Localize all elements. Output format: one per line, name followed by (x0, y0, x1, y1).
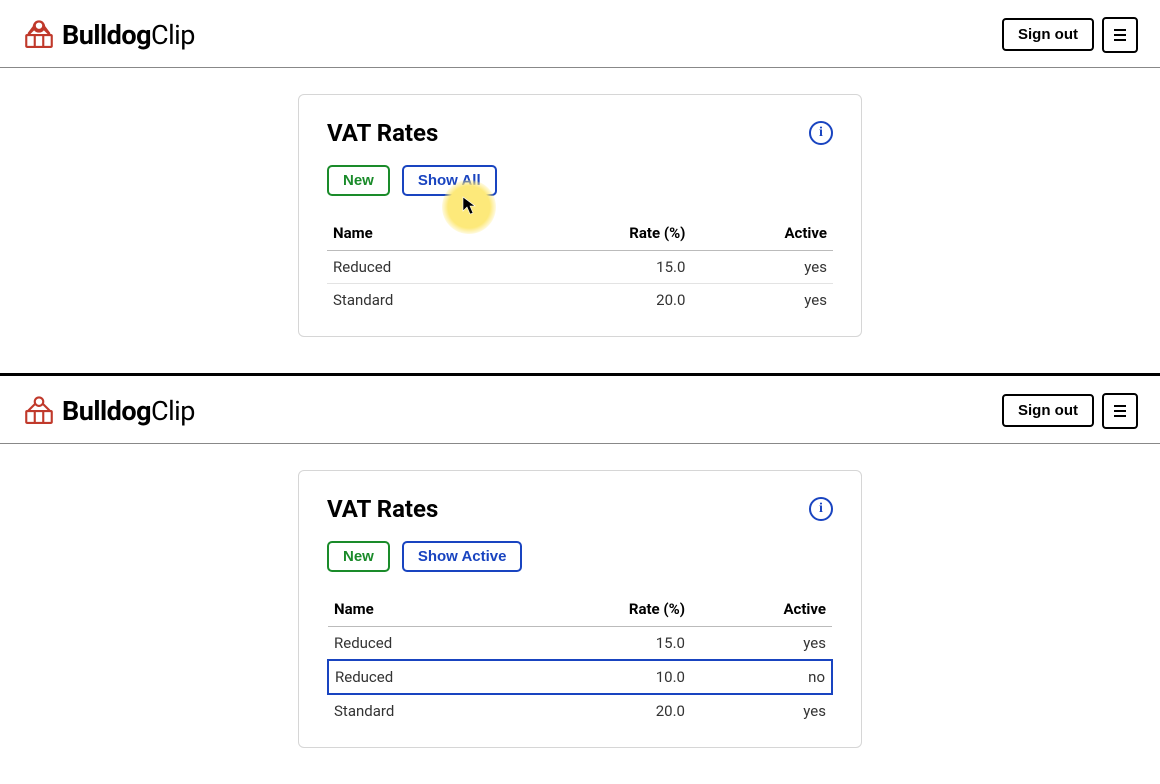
show-active-button[interactable]: Show Active (402, 541, 523, 572)
cell-active: yes (691, 251, 833, 284)
logo-group[interactable]: BulldogClip (22, 19, 195, 51)
signout-button[interactable]: Sign out (1002, 394, 1094, 427)
brand-name-light: Clip (151, 19, 195, 51)
show-all-button[interactable]: Show All (402, 165, 497, 196)
brand-name-strong: Bulldog (62, 19, 151, 51)
cell-name: Reduced (328, 627, 515, 661)
logo-group[interactable]: BulldogClip (22, 395, 195, 427)
col-name: Name (327, 216, 515, 251)
cell-rate: 15.0 (515, 627, 691, 661)
col-active: Active (691, 216, 833, 251)
table-header-row: Name Rate (%) Active (328, 592, 832, 627)
cell-name: Reduced (328, 660, 515, 694)
table-row[interactable]: Reduced 15.0 yes (327, 251, 833, 284)
card-title: VAT Rates (327, 495, 438, 523)
menu-button[interactable] (1102, 17, 1138, 53)
menu-button[interactable] (1102, 393, 1138, 429)
table-row[interactable]: Standard 20.0 yes (327, 284, 833, 317)
frame-after: BulldogClip Sign out VAT Rates i New Sho… (0, 376, 1160, 748)
cell-active: no (691, 660, 832, 694)
bulldog-clip-icon (22, 395, 56, 427)
cell-name: Standard (328, 694, 515, 727)
header-bar: BulldogClip Sign out (0, 0, 1160, 68)
signout-button[interactable]: Sign out (1002, 18, 1094, 51)
cell-active: yes (691, 694, 832, 727)
card-title: VAT Rates (327, 119, 438, 147)
brand-name-strong: Bulldog (62, 395, 151, 427)
new-button[interactable]: New (327, 541, 390, 572)
info-icon[interactable]: i (809, 121, 833, 145)
table-header-row: Name Rate (%) Active (327, 216, 833, 251)
header-bar: BulldogClip Sign out (0, 376, 1160, 444)
vat-rates-table: Name Rate (%) Active Reduced 15.0 yes Re… (327, 592, 833, 727)
header-right: Sign out (1002, 17, 1138, 53)
cell-rate: 20.0 (515, 284, 692, 317)
menu-lines-icon (1112, 404, 1128, 418)
col-rate: Rate (%) (515, 216, 692, 251)
brand-name-light: Clip (151, 395, 195, 427)
info-icon[interactable]: i (809, 497, 833, 521)
cell-name: Standard (327, 284, 515, 317)
table-row[interactable]: Standard 20.0 yes (328, 694, 832, 727)
table-row-highlighted[interactable]: Reduced 10.0 no (328, 660, 832, 694)
col-name: Name (328, 592, 515, 627)
bulldog-clip-icon (22, 19, 56, 51)
menu-lines-icon (1112, 28, 1128, 42)
cell-active: yes (691, 284, 833, 317)
table-row[interactable]: Reduced 15.0 yes (328, 627, 832, 661)
cell-name: Reduced (327, 251, 515, 284)
col-rate: Rate (%) (515, 592, 691, 627)
header-right: Sign out (1002, 393, 1138, 429)
col-active: Active (691, 592, 832, 627)
cell-active: yes (691, 627, 832, 661)
vat-rates-table: Name Rate (%) Active Reduced 15.0 yes St… (327, 216, 833, 316)
cell-rate: 10.0 (515, 660, 691, 694)
frame-before: BulldogClip Sign out VAT Rates i New Sho… (0, 0, 1160, 337)
new-button[interactable]: New (327, 165, 390, 196)
cell-rate: 15.0 (515, 251, 692, 284)
cell-rate: 20.0 (515, 694, 691, 727)
vat-rates-card: VAT Rates i New Show All Name Rate (%) A… (298, 94, 862, 337)
vat-rates-card: VAT Rates i New Show Active Name Rate (%… (298, 470, 862, 748)
